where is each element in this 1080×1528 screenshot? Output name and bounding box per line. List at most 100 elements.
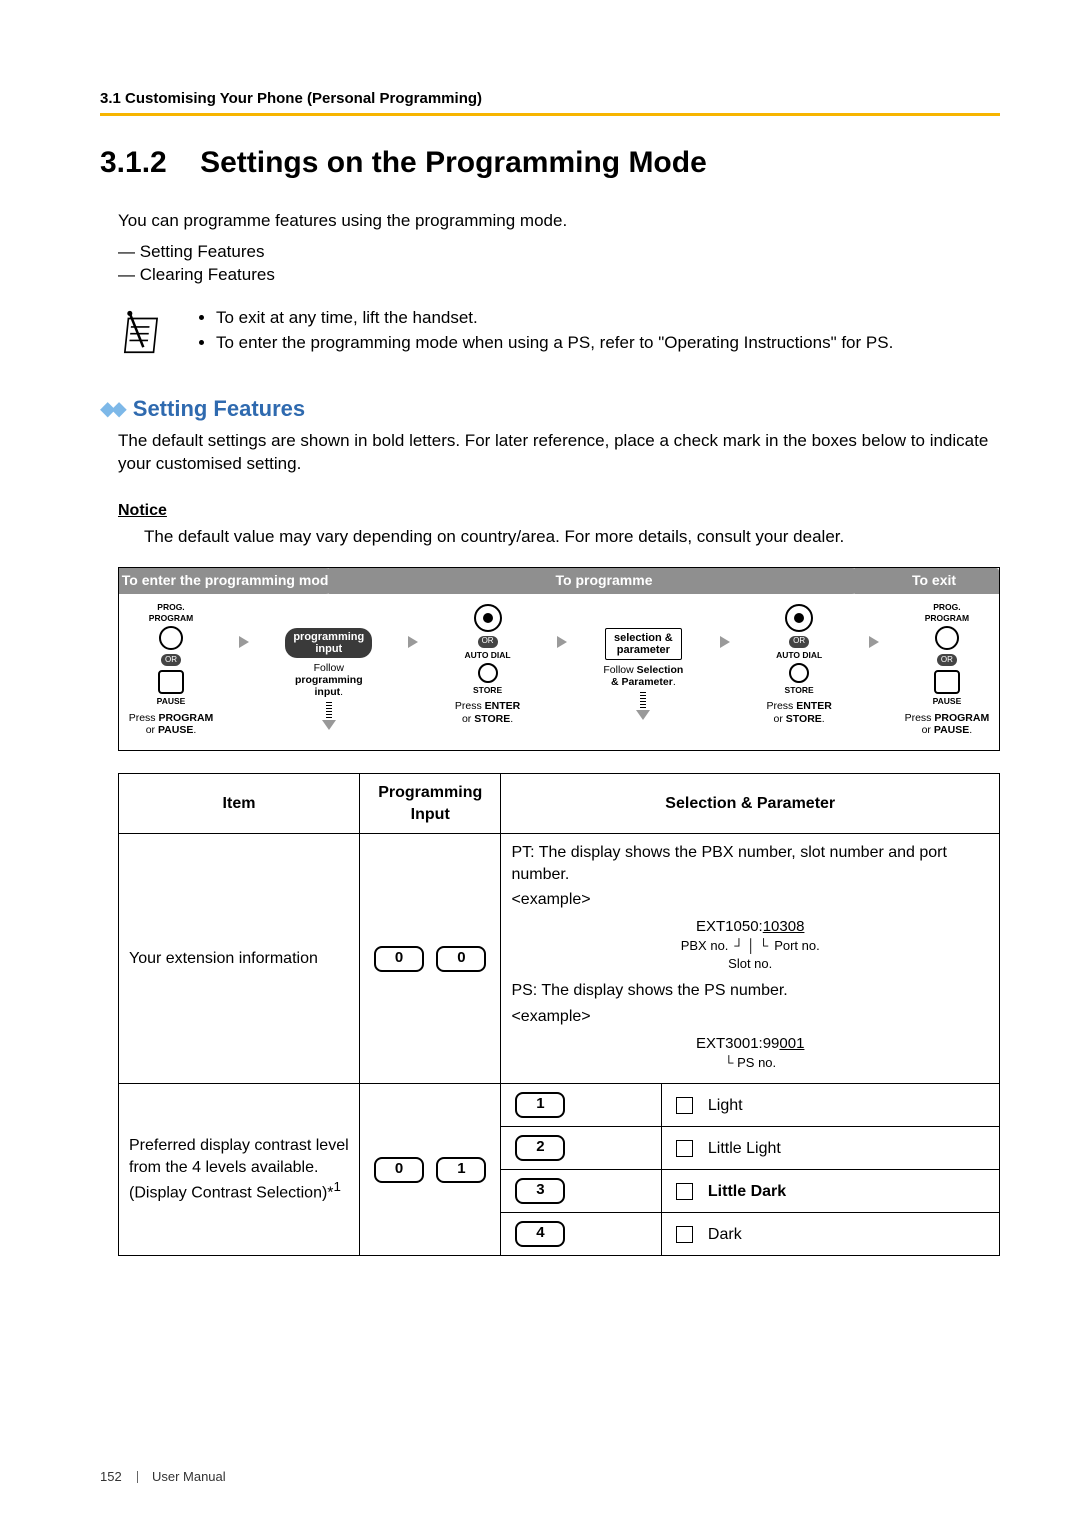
cell-option-label: Little Light	[662, 1127, 1000, 1170]
button-glyph-circle	[159, 626, 183, 650]
flow-diagram: To enter the programming mode To program…	[118, 567, 1000, 752]
flow-step-enter-mode: PROG. PROGRAM OR PAUSE Press PROGRAM or …	[127, 602, 215, 737]
button-glyph-circle	[478, 663, 498, 683]
example-value: EXT1050:10308	[696, 918, 804, 935]
checkbox-icon[interactable]	[676, 1140, 693, 1157]
option-label: Dark	[708, 1226, 742, 1243]
label-store: STORE	[473, 685, 502, 696]
dash-item: Clearing Features	[118, 264, 1000, 287]
checkbox-icon[interactable]	[676, 1097, 693, 1114]
or-pill: OR	[478, 636, 498, 648]
note-block: To exit at any time, lift the handset. T…	[118, 305, 1000, 366]
keycap: 0	[436, 946, 486, 972]
cell-item: Your extension information	[119, 834, 360, 1084]
flow-caption: Press ENTER or STORE.	[766, 700, 831, 724]
cell-option-key: 1	[501, 1084, 662, 1127]
page-container: { "running_head": "3.1 Customising Your …	[0, 0, 1080, 1528]
running-header: 3.1 Customising Your Phone (Personal Pro…	[100, 90, 1000, 107]
cell-selection: PT: The display shows the PBX number, sl…	[501, 834, 1000, 1084]
table-row: Your extension information 0 0 PT: The d…	[119, 834, 1000, 1084]
item-footnote-ref: 1	[334, 1179, 341, 1194]
option-label: Light	[708, 1097, 743, 1114]
label-pause: PAUSE	[157, 696, 186, 707]
or-pill: OR	[161, 654, 181, 666]
cell-option-label: Light	[662, 1084, 1000, 1127]
notice-label: Notice	[118, 500, 167, 522]
th-selection-parameter: Selection & Parameter	[501, 774, 1000, 834]
flow-caption: Follow programming input.	[295, 662, 363, 698]
flow-step-enter-store-2: OR AUTO DIAL STORE Press ENTER or STORE.	[754, 602, 844, 725]
button-glyph-circle	[935, 626, 959, 650]
cell-item: Preferred display contrast level from th…	[119, 1084, 360, 1256]
footer-label: User Manual	[152, 1469, 226, 1484]
flow-header-exit: To exit	[855, 568, 999, 594]
ps-description: PS: The display shows the PS number.	[511, 980, 989, 1002]
th-item: Item	[119, 774, 360, 834]
label-autodial: AUTO DIAL	[776, 650, 822, 661]
subheading: Setting Features	[133, 396, 305, 422]
arrow-down-icon	[636, 692, 650, 720]
nav-enter-icon	[785, 604, 813, 632]
note-text: To exit at any time, lift the handset. T…	[196, 305, 893, 366]
cell-option-label: Little Dark	[662, 1170, 1000, 1213]
keycap: 1	[436, 1157, 486, 1183]
subheading-paragraph: The default settings are shown in bold l…	[118, 430, 1000, 476]
table-row: Preferred display contrast level from th…	[119, 1084, 1000, 1127]
checkbox-icon[interactable]	[676, 1183, 693, 1200]
annotation-pbx: PBX no.	[681, 937, 729, 955]
notice-text: The default value may vary depending on …	[144, 526, 1000, 549]
flow-step-selection-parameter: selection & parameter Follow Selection &…	[591, 602, 695, 720]
th-programming-input: Programming Input	[360, 774, 501, 834]
button-glyph-square	[934, 670, 960, 694]
page-number: 152	[100, 1469, 122, 1484]
button-glyph-square	[158, 670, 184, 694]
flow-header: To enter the programming mode To program…	[119, 568, 999, 594]
example-value: EXT3001:99001	[696, 1035, 804, 1052]
or-pill: OR	[789, 636, 809, 648]
cell-option-key: 3	[501, 1170, 662, 1213]
flow-step-enter-store-1: OR AUTO DIAL STORE Press ENTER or STORE.	[443, 602, 533, 725]
flow-header-enter: To enter the programming mode	[119, 568, 339, 594]
arrow-right-icon	[720, 636, 730, 648]
option-label: Little Light	[708, 1140, 781, 1157]
cell-prog-input: 0 0	[360, 834, 501, 1084]
heading-number: 3.1.2	[100, 146, 167, 179]
arrow-down-icon	[322, 702, 336, 730]
section-heading: 3.1.2 Settings on the Programming Mode	[100, 146, 1000, 180]
item-line2: (Display Contrast Selection)*	[129, 1185, 334, 1202]
note-bullet: To enter the programming mode when using…	[216, 332, 893, 355]
keycap: 0	[374, 1157, 424, 1183]
diamond-bullets-icon: ◆◆	[100, 396, 123, 421]
dash-item: Setting Features	[118, 241, 1000, 264]
option-label: Little Dark	[708, 1183, 786, 1200]
flow-step-programming-input: programming input Follow programming inp…	[274, 602, 384, 730]
label-pause: PAUSE	[933, 696, 962, 707]
flow-header-programme: To programme	[329, 568, 865, 594]
keycap: 4	[515, 1221, 565, 1247]
keycap: 0	[374, 946, 424, 972]
pt-description: PT: The display shows the PBX number, sl…	[511, 842, 989, 885]
selection-parameter-pill: selection & parameter	[605, 628, 682, 660]
programming-input-pill: programming input	[285, 628, 372, 658]
flow-caption: Press PROGRAM or PAUSE.	[129, 712, 214, 736]
table-header-row: Item Programming Input Selection & Param…	[119, 774, 1000, 834]
cell-option-label: Dark	[662, 1213, 1000, 1256]
note-bullet: To exit at any time, lift the handset.	[216, 307, 893, 330]
page-footer: 152 User Manual	[100, 1469, 226, 1484]
keycap: 2	[515, 1135, 565, 1161]
cell-option-key: 4	[501, 1213, 662, 1256]
flow-caption: Follow Selection & Parameter.	[603, 664, 683, 688]
flow-caption: Press ENTER or STORE.	[455, 700, 520, 724]
nav-enter-icon	[474, 604, 502, 632]
cell-prog-input: 0 1	[360, 1084, 501, 1256]
settings-table: Item Programming Input Selection & Param…	[118, 773, 1000, 1256]
checkbox-icon[interactable]	[676, 1226, 693, 1243]
example-tag: <example>	[511, 889, 989, 911]
arrow-right-icon	[408, 636, 418, 648]
label-autodial: AUTO DIAL	[465, 650, 511, 661]
label-store: STORE	[785, 685, 814, 696]
flow-caption: Press PROGRAM or PAUSE.	[905, 712, 990, 736]
header-rule	[100, 113, 1000, 116]
feature-dash-list: Setting Features Clearing Features	[118, 241, 1000, 287]
arrow-right-icon	[869, 636, 879, 648]
